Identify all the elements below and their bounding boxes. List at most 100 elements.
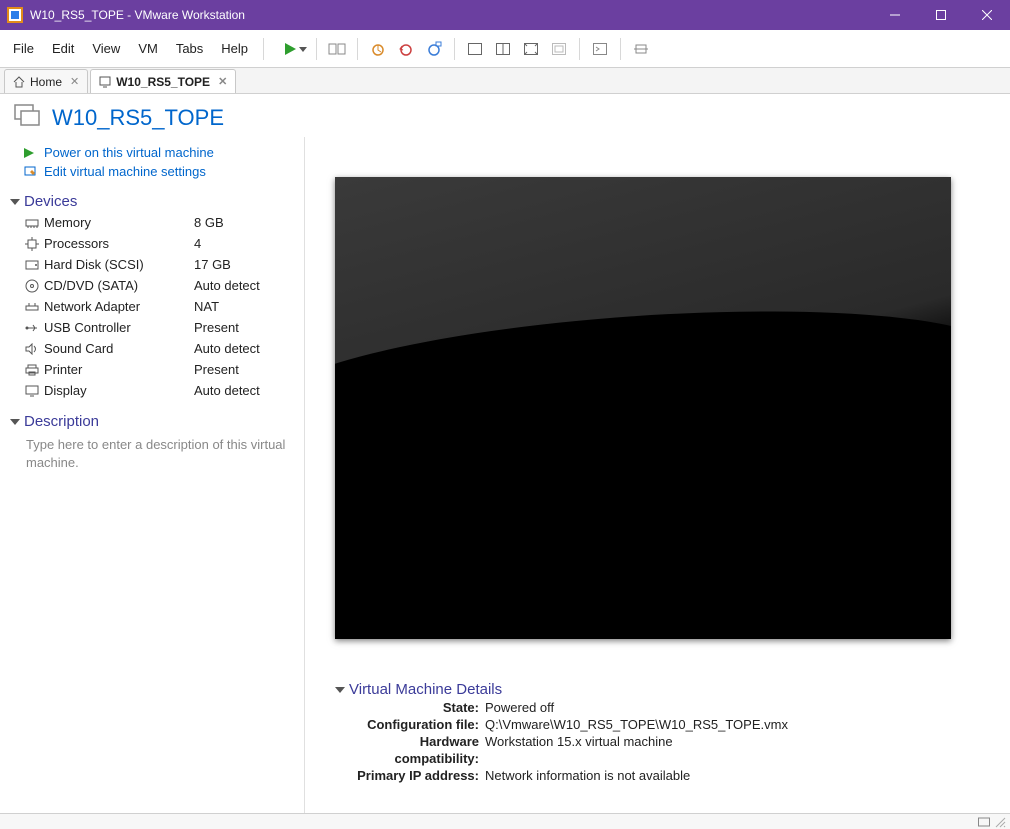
- chevron-down-icon: [10, 197, 20, 207]
- view-single-button[interactable]: [462, 36, 488, 62]
- vm-detail-row: Configuration file:Q:\Vmware\W10_RS5_TOP…: [335, 717, 980, 734]
- messages-icon[interactable]: [978, 816, 990, 828]
- resize-grip-icon[interactable]: [994, 816, 1006, 828]
- power-on-button[interactable]: [271, 36, 309, 62]
- hdd-icon: [24, 259, 40, 271]
- toolbar-separator: [620, 38, 621, 60]
- device-name: Display: [44, 383, 194, 398]
- toolbar-separator: [579, 38, 580, 60]
- cd-icon: [24, 279, 40, 293]
- description-placeholder[interactable]: Type here to enter a description of this…: [0, 432, 304, 471]
- memory-icon: [24, 217, 40, 229]
- device-row[interactable]: DisplayAuto detect: [24, 380, 294, 401]
- toolbar-separator: [357, 38, 358, 60]
- power-on-label: Power on this virtual machine: [44, 145, 214, 160]
- window-title: W10_RS5_TOPE - VMware Workstation: [30, 8, 872, 22]
- tab-label: Home: [30, 75, 62, 89]
- device-row[interactable]: PrinterPresent: [24, 359, 294, 380]
- device-name: Network Adapter: [44, 299, 194, 314]
- vm-detail-row: State:Powered off: [335, 700, 980, 717]
- console-view-button[interactable]: [587, 36, 613, 62]
- usb-icon: [24, 322, 40, 334]
- vm-detail-row: Hardware compatibility:Workstation 15.x …: [335, 734, 980, 768]
- tab-close-icon[interactable]: ✕: [218, 75, 227, 88]
- snapshot-manager-button[interactable]: [421, 36, 447, 62]
- vm-screen-preview: [335, 177, 951, 639]
- device-value: 17 GB: [194, 257, 231, 272]
- left-pane: Power on this virtual machine Edit virtu…: [0, 137, 305, 813]
- monitor-icon: [99, 76, 111, 88]
- devices-section-header[interactable]: Devices: [0, 181, 304, 212]
- device-name: Processors: [44, 236, 194, 251]
- menu-view[interactable]: View: [83, 30, 129, 67]
- device-row[interactable]: Network AdapterNAT: [24, 296, 294, 317]
- device-name: CD/DVD (SATA): [44, 278, 194, 293]
- device-name: Sound Card: [44, 341, 194, 356]
- send-ctrl-alt-del-button[interactable]: [324, 36, 350, 62]
- menu-vm[interactable]: VM: [129, 30, 167, 67]
- maximize-button[interactable]: [918, 0, 964, 30]
- device-value: Auto detect: [194, 278, 260, 293]
- detail-label: Primary IP address:: [335, 768, 485, 785]
- right-pane: Virtual Machine Details State:Powered of…: [305, 137, 1010, 813]
- device-name: Memory: [44, 215, 194, 230]
- view-multiple-button[interactable]: [490, 36, 516, 62]
- toolbar-separator: [263, 38, 264, 60]
- play-icon: [24, 148, 38, 158]
- home-icon: [13, 76, 25, 88]
- vm-details-header[interactable]: Virtual Machine Details: [335, 669, 980, 700]
- menu-file[interactable]: File: [4, 30, 43, 67]
- display-icon: [24, 385, 40, 397]
- device-name: Hard Disk (SCSI): [44, 257, 194, 272]
- device-row[interactable]: Processors4: [24, 233, 294, 254]
- vm-name: W10_RS5_TOPE: [52, 105, 224, 131]
- menu-edit[interactable]: Edit: [43, 30, 83, 67]
- detail-value: Q:\Vmware\W10_RS5_TOPE\W10_RS5_TOPE.vmx: [485, 717, 980, 734]
- window-titlebar: W10_RS5_TOPE - VMware Workstation: [0, 0, 1010, 30]
- detail-label: Hardware compatibility:: [335, 734, 485, 768]
- content-area: W10_RS5_TOPE Power on this virtual machi…: [0, 94, 1010, 813]
- tab-label: W10_RS5_TOPE: [116, 75, 210, 89]
- device-row[interactable]: Memory8 GB: [24, 212, 294, 233]
- tab-home[interactable]: Home ✕: [4, 69, 88, 93]
- device-value: Present: [194, 362, 239, 377]
- fullscreen-button[interactable]: [518, 36, 544, 62]
- device-name: Printer: [44, 362, 194, 377]
- device-value: Auto detect: [194, 341, 260, 356]
- stretch-guest-button[interactable]: [628, 36, 654, 62]
- devices-title: Devices: [24, 193, 77, 210]
- device-value: NAT: [194, 299, 219, 314]
- sound-icon: [24, 343, 40, 355]
- snapshot-take-button[interactable]: [365, 36, 391, 62]
- detail-value: Workstation 15.x virtual machine: [485, 734, 980, 768]
- snapshot-revert-button[interactable]: [393, 36, 419, 62]
- vm-header: W10_RS5_TOPE: [0, 94, 1010, 137]
- device-name: USB Controller: [44, 320, 194, 335]
- unity-button[interactable]: [546, 36, 572, 62]
- vm-details-section: Virtual Machine Details State:Powered of…: [335, 669, 980, 784]
- detail-label: Configuration file:: [335, 717, 485, 734]
- vm-monitor-icon: [14, 104, 42, 131]
- device-row[interactable]: CD/DVD (SATA)Auto detect: [24, 275, 294, 296]
- device-value: Auto detect: [194, 383, 260, 398]
- device-row[interactable]: USB ControllerPresent: [24, 317, 294, 338]
- device-row[interactable]: Sound CardAuto detect: [24, 338, 294, 359]
- close-button[interactable]: [964, 0, 1010, 30]
- menu-help[interactable]: Help: [212, 30, 257, 67]
- chevron-down-icon: [335, 685, 345, 695]
- device-list: Memory8 GBProcessors4Hard Disk (SCSI)17 …: [0, 212, 304, 401]
- tab-close-icon[interactable]: ✕: [70, 75, 79, 88]
- power-on-link[interactable]: Power on this virtual machine: [0, 143, 304, 162]
- menu-tabs[interactable]: Tabs: [167, 30, 212, 67]
- minimize-button[interactable]: [872, 0, 918, 30]
- device-value: 8 GB: [194, 215, 224, 230]
- detail-value: Powered off: [485, 700, 980, 717]
- detail-value: Network information is not available: [485, 768, 980, 785]
- description-section-header[interactable]: Description: [0, 401, 304, 432]
- edit-settings-link[interactable]: Edit virtual machine settings: [0, 162, 304, 181]
- toolbar-separator: [454, 38, 455, 60]
- tab-vm[interactable]: W10_RS5_TOPE ✕: [90, 69, 236, 93]
- edit-icon: [24, 166, 38, 178]
- device-row[interactable]: Hard Disk (SCSI)17 GB: [24, 254, 294, 275]
- device-value: Present: [194, 320, 239, 335]
